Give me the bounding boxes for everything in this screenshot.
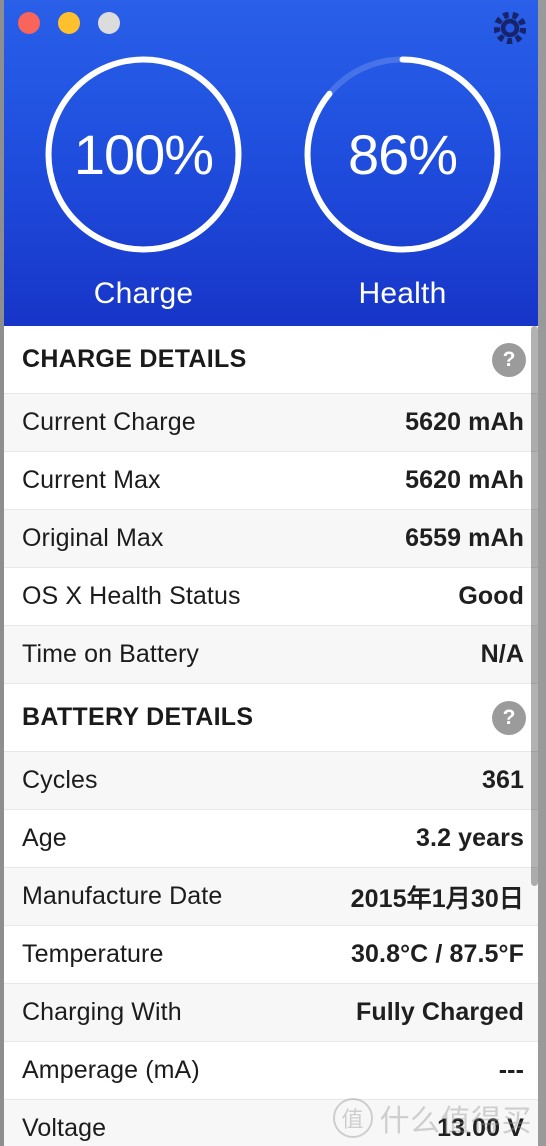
row-value: Good	[458, 582, 524, 610]
table-row: Voltage 13.00 V	[0, 1100, 546, 1146]
row-value: 3.2 years	[416, 824, 524, 852]
close-button[interactable]	[18, 12, 40, 34]
row-value: ---	[498, 1056, 524, 1084]
section-title-text: BATTERY DETAILS	[22, 703, 254, 731]
row-value: 5620 mAh	[405, 408, 524, 436]
row-key: Manufacture Date	[22, 882, 223, 910]
row-key: Amperage (mA)	[22, 1056, 200, 1084]
row-key: Current Charge	[22, 408, 196, 436]
table-row: Current Max 5620 mAh	[0, 452, 546, 510]
table-row: Current Charge 5620 mAh	[0, 394, 546, 452]
row-key: Cycles	[22, 766, 98, 794]
table-row: Original Max 6559 mAh	[0, 510, 546, 568]
gauge-health: 86% Health	[293, 52, 513, 311]
charge-label: Charge	[93, 277, 194, 310]
section-title-text: CHARGE DETAILS	[22, 345, 247, 373]
settings-button[interactable]	[493, 11, 527, 45]
battery-details-help-button[interactable]: ?	[492, 700, 526, 735]
question-mark-icon: ?	[502, 348, 516, 371]
row-value: N/A	[480, 640, 524, 668]
table-row: OS X Health Status Good	[0, 568, 546, 626]
section-header-charge-details: CHARGE DETAILS ?	[0, 326, 546, 394]
row-key: Charging With	[22, 998, 182, 1026]
charge-percent-value: 100%	[73, 122, 214, 186]
table-row: Time on Battery N/A	[0, 626, 546, 684]
row-value: 2015年1月30日	[350, 884, 524, 913]
scrollbar-thumb[interactable]	[531, 326, 538, 886]
table-row: Age 3.2 years	[0, 810, 546, 868]
charge-details-help-button[interactable]: ?	[492, 342, 526, 377]
gear-icon	[494, 12, 526, 44]
app-header: 100% Charge 86% Health	[0, 0, 546, 326]
section-header-battery-details: BATTERY DETAILS ?	[0, 684, 546, 752]
table-row: Charging With Fully Charged	[0, 984, 546, 1042]
health-percent-value: 86%	[347, 122, 458, 186]
row-value: 30.8°C / 87.5°F	[351, 940, 524, 968]
row-key: Temperature	[22, 940, 164, 968]
health-ring: 86%	[300, 52, 505, 257]
health-label: Health	[358, 277, 447, 310]
row-value: 361	[481, 766, 524, 794]
details-list[interactable]: CHARGE DETAILS ? Current Charge 5620 mAh…	[0, 326, 546, 1146]
table-row: Cycles 361	[0, 752, 546, 810]
table-row: Manufacture Date 2015年1月30日	[0, 868, 546, 926]
row-value: 13.00 V	[437, 1114, 524, 1142]
zoom-button[interactable]	[98, 12, 120, 34]
vertical-scrollbar[interactable]	[529, 326, 538, 1146]
window-controls	[18, 12, 120, 34]
row-key: OS X Health Status	[22, 582, 241, 610]
battery-app-window: 100% Charge 86% Health CHARGE DETAILS ? …	[0, 0, 546, 1146]
row-value: 6559 mAh	[405, 524, 524, 552]
row-value: 5620 mAh	[405, 466, 524, 494]
row-key: Original Max	[22, 524, 164, 552]
minimize-button[interactable]	[58, 12, 80, 34]
row-key: Voltage	[22, 1114, 107, 1142]
row-value: Fully Charged	[356, 998, 524, 1026]
row-key: Current Max	[22, 466, 161, 494]
table-row: Amperage (mA) ---	[0, 1042, 546, 1100]
gauge-charge: 100% Charge	[34, 52, 254, 311]
row-key: Time on Battery	[22, 640, 200, 668]
table-row: Temperature 30.8°C / 87.5°F	[0, 926, 546, 984]
charge-ring: 100%	[41, 52, 246, 257]
gauge-row: 100% Charge 86% Health	[0, 52, 546, 311]
row-key: Age	[22, 824, 67, 852]
question-mark-icon: ?	[502, 706, 516, 729]
